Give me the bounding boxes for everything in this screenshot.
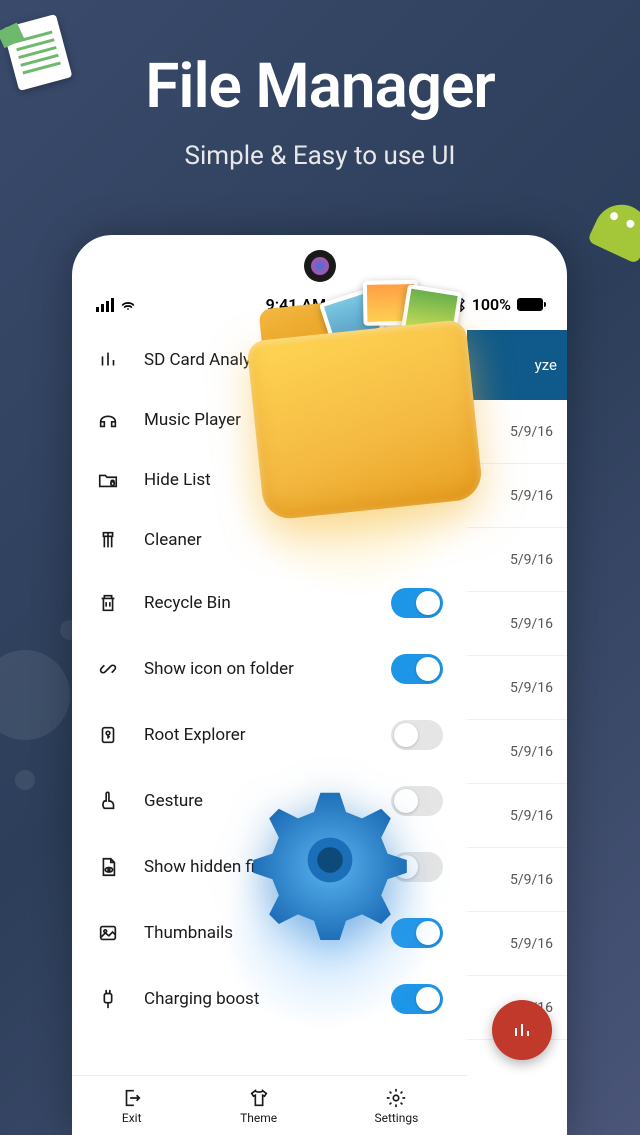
toggle-image[interactable]: [391, 918, 443, 948]
nav-gear[interactable]: Settings: [374, 1087, 418, 1125]
menu-item-image[interactable]: Thumbnails: [90, 900, 449, 966]
file-date: 5/9/16: [467, 400, 567, 464]
file-list-background: yze 5/9/165/9/165/9/165/9/165/9/165/9/16…: [467, 330, 567, 1075]
decorative-circle: [0, 650, 70, 740]
toggle-key[interactable]: [391, 720, 443, 750]
menu-label: Show hidden files: [144, 857, 367, 877]
toggle-plug[interactable]: [391, 984, 443, 1014]
battery-icon: [517, 298, 543, 311]
bottom-nav: Exit Theme Settings: [72, 1075, 467, 1135]
menu-label: Gesture: [144, 791, 367, 811]
menu-item-headphones[interactable]: Music Player: [90, 390, 449, 450]
broom-icon: [96, 528, 120, 552]
signal-icon: [96, 298, 114, 312]
decorative-circle: [15, 770, 35, 790]
menu-label: Hide List: [144, 470, 443, 490]
file-eye-icon: [96, 855, 120, 879]
plug-icon: [96, 987, 120, 1011]
menu-label: Show icon on folder: [144, 659, 367, 679]
menu-label: Charging boost: [144, 989, 367, 1009]
menu-label: Thumbnails: [144, 923, 367, 943]
key-icon: [96, 723, 120, 747]
trash-icon: [96, 591, 120, 615]
analyst-icon: [96, 348, 120, 372]
menu-item-broom[interactable]: Cleaner: [90, 510, 449, 570]
nav-exit[interactable]: Exit: [121, 1087, 143, 1125]
menu-item-file-eye[interactable]: Show hidden files: [90, 834, 449, 900]
file-list-header: yze: [467, 330, 567, 400]
nav-label: Theme: [240, 1111, 277, 1125]
hero: File Manager Simple & Easy to use UI: [0, 0, 640, 171]
fab-button[interactable]: [492, 1000, 552, 1060]
file-date: 5/9/16: [467, 656, 567, 720]
nav-label: Exit: [122, 1111, 142, 1125]
phone-frame: 9:41 AM 100% yze 5/9/165/9/165/9/165/9/1…: [72, 235, 567, 1135]
wifi-icon: [120, 297, 136, 313]
nav-label: Settings: [374, 1111, 418, 1125]
file-date: 5/9/16: [467, 464, 567, 528]
menu-item-touch[interactable]: Gesture: [90, 768, 449, 834]
menu-item-analyst[interactable]: SD Card Analyst: [90, 330, 449, 390]
menu-item-link[interactable]: Show icon on folder: [90, 636, 449, 702]
folder-lock-icon: [96, 468, 120, 492]
nav-shirt[interactable]: Theme: [240, 1087, 277, 1125]
menu-label: Root Explorer: [144, 725, 367, 745]
toggle-touch[interactable]: [391, 786, 443, 816]
file-date: 5/9/16: [467, 592, 567, 656]
camera-notch: [304, 250, 336, 282]
file-date: 5/9/16: [467, 848, 567, 912]
file-date: 5/9/16: [467, 784, 567, 848]
menu-label: SD Card Analyst: [144, 350, 443, 370]
menu-label: Recycle Bin: [144, 593, 367, 613]
touch-icon: [96, 789, 120, 813]
android-icon: [587, 196, 640, 265]
hero-title: File Manager: [0, 50, 640, 123]
status-time: 9:41 AM: [266, 295, 326, 314]
file-date: 5/9/16: [467, 528, 567, 592]
toggle-link[interactable]: [391, 654, 443, 684]
menu-item-key[interactable]: Root Explorer: [90, 702, 449, 768]
menu-item-folder-lock[interactable]: Hide List: [90, 450, 449, 510]
file-date: 5/9/16: [467, 912, 567, 976]
settings-drawer: SD Card Analyst Music Player Hide List Clea…: [72, 330, 467, 1135]
menu-label: Music Player: [144, 410, 443, 430]
bluetooth-icon: [456, 297, 466, 312]
link-icon: [96, 657, 120, 681]
image-icon: [96, 921, 120, 945]
battery-percent: 100%: [472, 295, 511, 314]
menu-item-trash[interactable]: Recycle Bin: [90, 570, 449, 636]
headphones-icon: [96, 408, 120, 432]
hero-subtitle: Simple & Easy to use UI: [0, 141, 640, 171]
menu-item-plug[interactable]: Charging boost: [90, 966, 449, 1032]
menu-label: Cleaner: [144, 530, 443, 550]
file-date: 5/9/16: [467, 720, 567, 784]
toggle-trash[interactable]: [391, 588, 443, 618]
toggle-file-eye[interactable]: [391, 852, 443, 882]
